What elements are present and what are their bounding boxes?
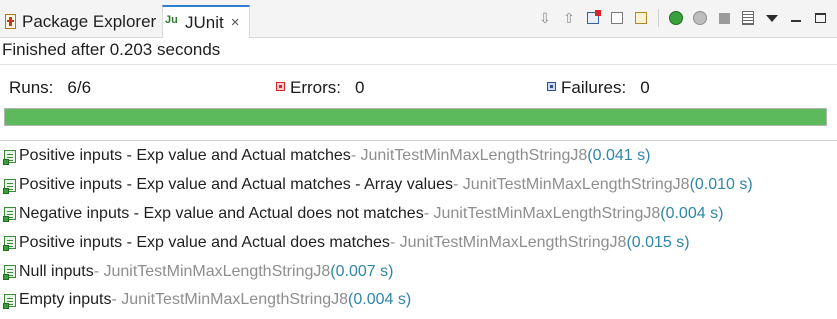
test-passed-icon [3,178,18,194]
test-progress-fill [5,109,826,125]
failures-value: 0 [640,78,650,97]
test-duration: (0.004 s) [348,291,412,309]
tab-junit[interactable]: JUnit × [162,5,250,38]
next-failure-icon[interactable]: ⇩ [536,9,554,27]
failures-label: Failures: [561,78,627,97]
tab-package-explorer-label: Package Explorer [22,11,157,31]
view-menu-icon[interactable] [763,9,781,27]
test-duration: (0.010 s) [689,176,753,194]
errors-value: 0 [355,78,365,97]
test-results-tree: Positive inputs - Exp value and Actual m… [0,142,837,315]
test-duration: (0.041 s) [587,147,651,165]
view-tab-bar: Package Explorer JUnit × ⇩ ⇧ [0,0,837,38]
junit-icon [165,14,181,31]
test-class: - JunitTestMinMaxLengthStringJ8 [453,176,690,194]
toolbar-separator [658,9,659,27]
tab-junit-label: JUnit [185,12,224,32]
test-name: Positive inputs - Exp value and Actual m… [19,147,351,165]
runs-counter: Runs: 6/6 [9,78,91,98]
stop-icon[interactable] [715,9,733,27]
rerun-icon[interactable] [667,9,685,27]
test-name: Positive inputs - Exp value and Actual d… [19,233,390,251]
test-duration: (0.015 s) [626,233,690,251]
show-skipped-icon[interactable] [632,9,650,27]
test-passed-icon [3,264,18,281]
close-tab-icon[interactable]: × [231,14,240,31]
test-class: - JunitTestMinMaxLengthStringJ8 [93,262,331,280]
divider [0,64,837,65]
previous-failure-icon[interactable]: ⇧ [560,9,578,27]
tab-package-explorer[interactable]: Package Explorer [3,5,156,38]
counter-panel: Runs: 6/6 Errors: 0 Failures: 0 [0,76,837,102]
junit-toolbar: ⇩ ⇧ [536,7,829,29]
test-row[interactable]: Positive inputs - Exp value and Actual d… [0,228,837,257]
test-row[interactable]: Positive inputs - Exp value and Actual m… [0,142,837,171]
failure-icon [547,81,556,91]
scroll-lock-icon[interactable] [608,9,626,27]
test-row[interactable]: Positive inputs - Exp value and Actual m… [0,171,837,200]
errors-label: Errors: [290,78,341,97]
test-class: - JunitTestMinMaxLengthStringJ8 [111,291,349,309]
test-run-history-icon[interactable] [739,9,757,27]
test-duration: (0.007 s) [330,262,394,280]
runs-value: 6/6 [67,78,92,97]
test-passed-icon [3,206,18,223]
maximize-icon[interactable] [811,9,829,27]
test-class: - JunitTestMinMaxLengthStringJ8 [350,147,588,165]
test-passed-icon [3,149,18,165]
test-row[interactable]: Negative inputs - Exp value and Actual d… [0,200,837,229]
test-row[interactable]: Null inputs - JunitTestMinMaxLengthStrin… [0,257,837,286]
errors-counter: Errors: 0 [276,78,364,98]
rerun-failures-first-icon[interactable] [691,9,709,27]
test-class: - JunitTestMinMaxLengthStringJ8 [389,233,627,251]
test-passed-icon [3,235,18,252]
test-class: - JunitTestMinMaxLengthStringJ8 [423,204,661,222]
run-status: Finished after 0.203 seconds [2,40,221,59]
test-name: Empty inputs [19,291,112,309]
error-icon [276,81,285,91]
divider [0,140,837,141]
show-failures-only-icon[interactable] [584,9,602,27]
test-passed-icon [3,293,18,309]
test-name: Positive inputs - Exp value and Actual m… [19,176,453,194]
test-name: Null inputs [19,262,94,280]
failures-counter: Failures: 0 [547,78,650,98]
test-name: Negative inputs - Exp value and Actual d… [19,204,424,222]
test-duration: (0.004 s) [660,204,724,222]
minimize-icon[interactable] [787,9,805,27]
package-explorer-icon [5,14,16,29]
runs-label: Runs: [9,78,54,97]
test-row[interactable]: Empty inputs - JunitTestMinMaxLengthStri… [0,286,837,315]
test-progress-bar [4,108,827,126]
